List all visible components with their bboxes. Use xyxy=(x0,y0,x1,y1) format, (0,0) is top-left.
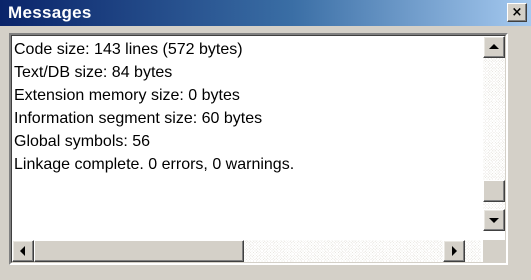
message-line: Code size: 143 lines (572 bytes) xyxy=(14,41,243,58)
horizontal-scroll-thumb[interactable] xyxy=(34,240,244,262)
scroll-right-button[interactable] xyxy=(443,240,465,262)
message-line: Extension memory size: 0 bytes xyxy=(14,87,240,104)
close-button[interactable]: × xyxy=(507,3,527,22)
message-line: Text/DB size: 84 bytes xyxy=(14,64,173,81)
arrow-right-icon xyxy=(452,246,457,256)
scroll-up-button[interactable] xyxy=(483,36,505,58)
window-title: Messages xyxy=(8,3,92,22)
scrollbar-corner xyxy=(483,240,505,262)
message-line: Linkage complete. 0 errors, 0 warnings. xyxy=(14,156,295,173)
close-icon: × xyxy=(511,5,523,20)
scroll-down-button[interactable] xyxy=(483,209,505,231)
message-line: Global symbols: 56 xyxy=(14,133,151,150)
arrow-up-icon xyxy=(489,44,499,49)
title-bar[interactable]: Messages × xyxy=(0,0,531,26)
scroll-left-button[interactable] xyxy=(12,240,34,262)
horizontal-scrollbar[interactable] xyxy=(12,240,481,262)
arrow-down-icon xyxy=(489,218,499,223)
messages-panel: Code size: 143 lines (572 bytes) Text/DB… xyxy=(9,33,508,265)
arrow-left-icon xyxy=(20,246,25,256)
vertical-scrollbar[interactable] xyxy=(483,36,505,231)
message-line: Information segment size: 60 bytes xyxy=(14,110,263,127)
vertical-scroll-thumb[interactable] xyxy=(483,180,505,202)
messages-window: Messages × Code size: 143 lines (572 byt… xyxy=(0,0,531,280)
messages-text-area[interactable]: Code size: 143 lines (572 bytes) Text/DB… xyxy=(14,38,484,234)
